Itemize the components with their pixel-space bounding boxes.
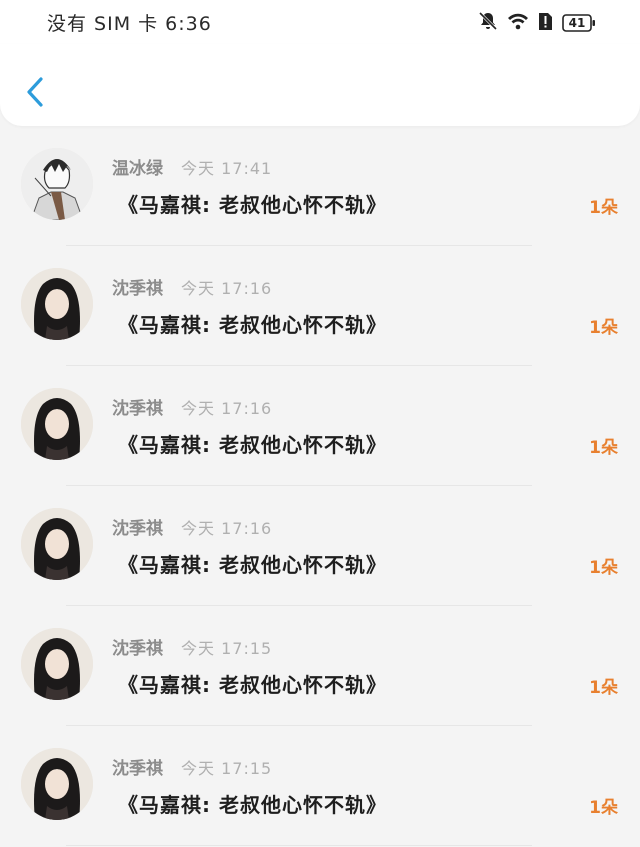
user-name: 沈季祺 (112, 639, 163, 659)
item-title: 《马嘉祺: 老叔他心怀不轨》 (118, 433, 387, 457)
flower-count: 1朵 (589, 558, 618, 578)
bell-off-icon (478, 11, 498, 35)
user-name: 温冰绿 (112, 159, 163, 179)
wifi-icon (507, 12, 529, 34)
timestamp: 今天 17:16 (181, 399, 273, 418)
status-icons: 41 (478, 11, 596, 35)
item-meta: 温冰绿 今天 17:41 (112, 154, 272, 179)
timestamp: 今天 17:15 (181, 759, 273, 778)
flower-count: 1朵 (589, 798, 618, 818)
item-meta: 沈季祺 今天 17:16 (112, 274, 272, 299)
chevron-left-icon (27, 77, 43, 107)
item-title: 《马嘉祺: 老叔他心怀不轨》 (118, 553, 387, 577)
user-name: 沈季祺 (112, 279, 163, 299)
avatar[interactable] (21, 268, 93, 340)
item-meta: 沈季祺 今天 17:15 (112, 754, 272, 779)
message-list: 温冰绿 今天 17:41 《马嘉祺: 老叔他心怀不轨》 1朵 沈季祺 今天 17… (0, 126, 640, 846)
flower-count: 1朵 (589, 318, 618, 338)
timestamp: 今天 17:16 (181, 279, 273, 298)
status-text: 没有 SIM 卡 6:36 (47, 13, 212, 35)
avatar[interactable] (21, 748, 93, 820)
user-name: 沈季祺 (112, 759, 163, 779)
item-title: 《马嘉祺: 老叔他心怀不轨》 (118, 793, 387, 817)
list-item[interactable]: 沈季祺 今天 17:16 《马嘉祺: 老叔他心怀不轨》 1朵 (0, 486, 640, 606)
back-button[interactable] (18, 72, 52, 112)
flower-count: 1朵 (589, 678, 618, 698)
sim-alert-icon (538, 11, 553, 35)
item-title: 《马嘉祺: 老叔他心怀不轨》 (118, 673, 387, 697)
user-name: 沈季祺 (112, 519, 163, 539)
status-bar: 没有 SIM 卡 6:36 41 (0, 0, 640, 44)
timestamp: 今天 17:16 (181, 519, 273, 538)
item-meta: 沈季祺 今天 17:16 (112, 394, 272, 419)
header-bar (0, 44, 640, 126)
timestamp: 今天 17:41 (181, 159, 273, 178)
item-meta: 沈季祺 今天 17:15 (112, 634, 272, 659)
avatar[interactable] (21, 628, 93, 700)
flower-count: 1朵 (589, 198, 618, 218)
battery-level: 41 (568, 16, 586, 30)
item-title: 《马嘉祺: 老叔他心怀不轨》 (118, 313, 387, 337)
list-item[interactable]: 沈季祺 今天 17:15 《马嘉祺: 老叔他心怀不轨》 1朵 (0, 726, 640, 846)
item-meta: 沈季祺 今天 17:16 (112, 514, 272, 539)
timestamp: 今天 17:15 (181, 639, 273, 658)
battery-icon: 41 (562, 14, 596, 32)
list-item[interactable]: 沈季祺 今天 17:16 《马嘉祺: 老叔他心怀不轨》 1朵 (0, 246, 640, 366)
item-title: 《马嘉祺: 老叔他心怀不轨》 (118, 193, 387, 217)
list-item[interactable]: 沈季祺 今天 17:16 《马嘉祺: 老叔他心怀不轨》 1朵 (0, 366, 640, 486)
list-item[interactable]: 沈季祺 今天 17:15 《马嘉祺: 老叔他心怀不轨》 1朵 (0, 606, 640, 726)
divider (66, 845, 532, 846)
user-name: 沈季祺 (112, 399, 163, 419)
flower-count: 1朵 (589, 438, 618, 458)
list-item[interactable]: 温冰绿 今天 17:41 《马嘉祺: 老叔他心怀不轨》 1朵 (0, 126, 640, 246)
avatar[interactable] (21, 388, 93, 460)
avatar[interactable] (21, 508, 93, 580)
avatar[interactable] (21, 148, 93, 220)
